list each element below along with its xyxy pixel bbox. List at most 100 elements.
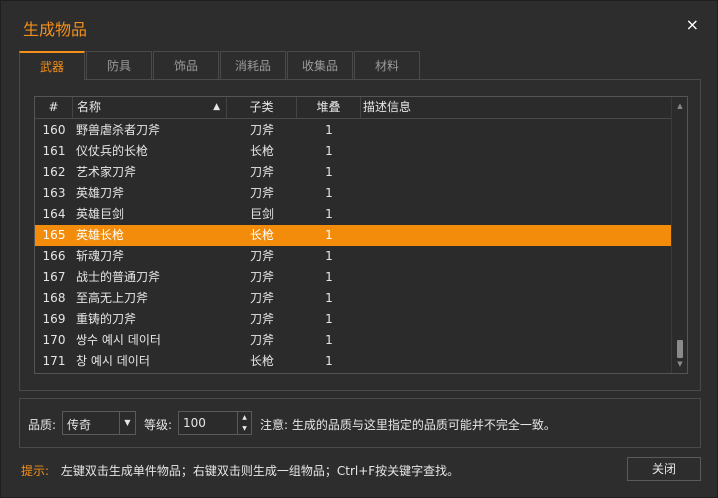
scroll-up-icon[interactable]: ▲ <box>672 99 687 113</box>
scroll-thumb[interactable] <box>677 340 683 358</box>
row-subtype: 刀斧 <box>249 333 274 347</box>
row-number: 166 <box>42 249 66 263</box>
column-header-subtype[interactable]: 子类 <box>227 97 297 119</box>
row-name: 战士的普通刀斧 <box>76 270 161 284</box>
row-number: 167 <box>42 270 66 284</box>
column-header-stack[interactable]: 堆叠 <box>297 97 361 119</box>
scroll-down-icon[interactable]: ▼ <box>672 357 687 371</box>
row-stack: 1 <box>325 249 333 263</box>
level-value[interactable]: 100 <box>183 416 206 430</box>
row-description <box>361 225 671 246</box>
row-description <box>361 120 671 141</box>
table-row[interactable]: 160 野兽虐杀者刀斧 刀斧 1 <box>35 120 671 141</box>
row-stack: 1 <box>325 354 333 368</box>
level-label: 等级: <box>144 418 173 432</box>
chevron-down-icon[interactable]: ▼ <box>119 412 135 434</box>
tab-materials[interactable]: 材料 <box>354 51 421 79</box>
row-number: 170 <box>42 333 66 347</box>
tip-text: 左键双击生成单件物品；右键双击则生成一组物品；Ctrl+F按关键字查找。 <box>60 464 460 478</box>
tab-weapons[interactable]: 武器 <box>19 51 85 80</box>
tab-armor[interactable]: 防具 <box>86 51 152 79</box>
row-subtype: 长枪 <box>249 144 274 158</box>
table-row[interactable]: 162 艺术家刀斧 刀斧 1 <box>35 162 671 183</box>
row-name: 창 예시 데이터 <box>76 354 150 368</box>
row-name: 英雄刀斧 <box>76 186 125 200</box>
table-row[interactable]: 167 战士的普通刀斧 刀斧 1 <box>35 267 671 288</box>
row-description <box>361 183 671 204</box>
row-subtype: 刀斧 <box>249 186 274 200</box>
generation-options: 品质: 传奇 ▼ 等级: 100 ▲ ▼ 注意: 生成的品质与这里指定的品质可能… <box>19 398 701 448</box>
quality-select[interactable]: 传奇 ▼ <box>62 411 136 435</box>
row-subtype: 巨剑 <box>249 207 274 221</box>
tab-consumables[interactable]: 消耗品 <box>220 51 287 79</box>
row-description <box>361 351 671 372</box>
row-name: 斩魂刀斧 <box>76 249 125 263</box>
row-number: 171 <box>42 354 66 368</box>
tab-collectibles[interactable]: 收集品 <box>287 51 354 79</box>
level-stepper[interactable]: 100 ▲ ▼ <box>178 411 252 435</box>
column-header-name-label: 名称 <box>77 100 102 114</box>
close-button[interactable]: 关闭 <box>627 457 701 481</box>
table-row[interactable]: 168 至高无上刀斧 刀斧 1 <box>35 288 671 309</box>
row-number: 163 <box>42 186 66 200</box>
table-row[interactable]: 169 重铸的刀斧 刀斧 1 <box>35 309 671 330</box>
row-description <box>361 330 671 351</box>
close-icon[interactable]: × <box>686 17 699 33</box>
table-row[interactable]: 161 仪仗兵的长枪 长枪 1 <box>35 141 671 162</box>
quality-label: 品质: <box>28 418 57 432</box>
spawn-items-dialog: 生成物品 × 武器 防具 饰品 消耗品 收集品 材料 # 名称 ▲ 子类 堆叠 … <box>0 0 718 498</box>
row-name: 英雄长枪 <box>76 228 125 242</box>
tab-accessories[interactable]: 饰品 <box>153 51 219 79</box>
row-subtype: 刀斧 <box>249 291 274 305</box>
table-row[interactable]: 171 창 예시 데이터 长枪 1 <box>35 351 671 372</box>
row-description <box>361 309 671 330</box>
category-tabs: 武器 防具 饰品 消耗品 收集品 材料 <box>19 51 421 80</box>
table-row[interactable]: 170 쌍수 예시 데이터 刀斧 1 <box>35 330 671 351</box>
row-stack: 1 <box>325 270 333 284</box>
row-name: 野兽虐杀者刀斧 <box>76 123 161 137</box>
quality-value: 传奇 <box>67 418 92 432</box>
row-number: 169 <box>42 312 66 326</box>
table-row[interactable]: 166 斩魂刀斧 刀斧 1 <box>35 246 671 267</box>
row-name: 쌍수 예시 데이터 <box>76 333 161 347</box>
row-stack: 1 <box>325 228 333 242</box>
items-table: # 名称 ▲ 子类 堆叠 描述信息 160 野兽虐杀者刀斧 刀斧 1 161 仪仗兵的长枪… <box>34 96 688 374</box>
table-body: 160 野兽虐杀者刀斧 刀斧 1 161 仪仗兵的长枪 长枪 1 162 艺术家刀斧 刀斧 1 163 英… <box>35 120 671 372</box>
column-header-description[interactable]: 描述信息 <box>361 97 671 119</box>
row-subtype: 刀斧 <box>249 123 274 137</box>
stepper-buttons: ▲ ▼ <box>237 412 251 434</box>
quality-note: 注意: 生成的品质与这里指定的品质可能并不完全一致。 <box>260 418 556 432</box>
row-number: 161 <box>42 144 66 158</box>
row-stack: 1 <box>325 165 333 179</box>
row-number: 162 <box>42 165 66 179</box>
row-subtype: 长枪 <box>249 228 274 242</box>
vertical-scrollbar[interactable]: ▲ ▼ <box>671 97 687 373</box>
row-stack: 1 <box>325 207 333 221</box>
column-header-name[interactable]: 名称 ▲ <box>73 97 227 119</box>
row-name: 至高无上刀斧 <box>76 291 149 305</box>
row-stack: 1 <box>325 123 333 137</box>
row-number: 164 <box>42 207 66 221</box>
row-name: 仪仗兵的长枪 <box>76 144 149 158</box>
table-row[interactable]: 164 英雄巨剑 巨剑 1 <box>35 204 671 225</box>
row-stack: 1 <box>325 312 333 326</box>
row-subtype: 刀斧 <box>249 165 274 179</box>
row-subtype: 刀斧 <box>249 249 274 263</box>
row-number: 160 <box>42 123 66 137</box>
tip-label: 提示: <box>21 464 50 478</box>
row-name: 英雄巨剑 <box>76 207 125 221</box>
increment-icon[interactable]: ▲ <box>238 412 251 423</box>
footer-tip: 提示: 左键双击生成单件物品；右键双击则生成一组物品；Ctrl+F按关键字查找。 <box>21 462 459 479</box>
column-header-num[interactable]: # <box>35 97 73 119</box>
table-row[interactable]: 163 英雄刀斧 刀斧 1 <box>35 183 671 204</box>
decrement-icon[interactable]: ▼ <box>238 423 251 434</box>
sort-ascending-icon: ▲ <box>213 102 220 112</box>
table-header: # 名称 ▲ 子类 堆叠 描述信息 <box>35 97 671 119</box>
row-description <box>361 162 671 183</box>
row-stack: 1 <box>325 291 333 305</box>
row-stack: 1 <box>325 333 333 347</box>
table-row[interactable]: 165 英雄长枪 长枪 1 <box>35 225 671 246</box>
row-description <box>361 288 671 309</box>
row-description <box>361 246 671 267</box>
row-name: 重铸的刀斧 <box>76 312 137 326</box>
